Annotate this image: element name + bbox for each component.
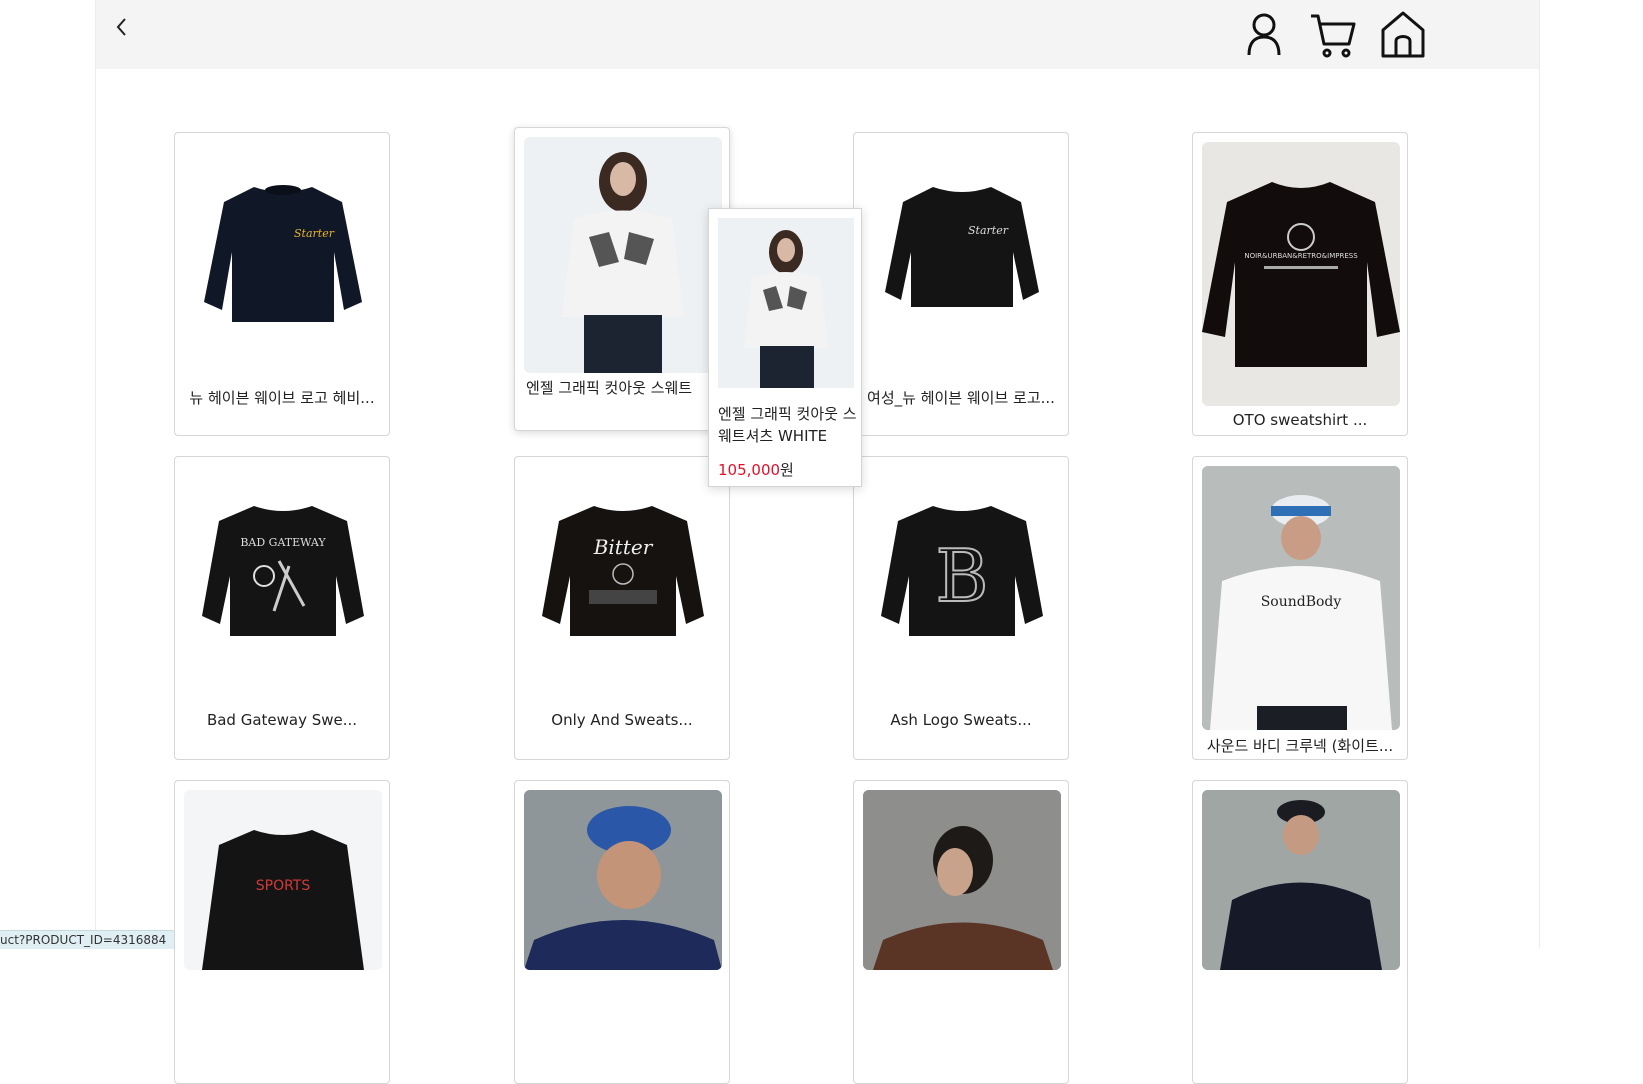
product-card[interactable]: Starter 여성_뉴 헤이븐 웨이브 로고... [853,132,1069,436]
product-card[interactable] [1192,780,1408,1084]
product-image: SoundBody [1202,466,1400,730]
product-name: 엔젤 그래픽 컷아웃 스웨트 [526,379,693,397]
product-name: OTO sweatshirt ... [1232,411,1368,429]
product-image: Starter [184,142,382,372]
product-image: BAD GATEWAY [184,466,382,696]
product-card[interactable]: SoundBody 사운드 바디 크루넥 (화이트... [1192,456,1408,760]
product-card[interactable]: NOIR&URBAN&RETRO&IMPRESS OTO sweatshirt … [1192,132,1408,436]
product-card[interactable] [514,780,730,1084]
popup-product-name: 엔젤 그래픽 컷아웃 스웨트셔츠 WHITE [718,405,857,445]
svg-text:Starter: Starter [968,224,1009,237]
product-card[interactable]: BAD GATEWAY Bad Gateway Swe... [174,456,390,760]
product-image [524,137,722,373]
product-card[interactable]: Starter 뉴 헤이븐 웨이브 로고 헤비... [174,132,390,436]
page-frame: Starter 뉴 헤이븐 웨이브 로고 헤비... 엔젤 그래픽 컷아웃 스웨… [95,0,1540,1084]
cart-icon [1311,14,1356,58]
product-image [524,790,722,970]
product-image: Starter [863,142,1061,372]
product-image [863,790,1061,970]
back-button[interactable] [110,14,134,40]
product-image: NOIR&URBAN&RETRO&IMPRESS [1202,142,1400,406]
svg-text:Bitter: Bitter [593,535,654,559]
top-bar [96,0,1539,69]
chevron-left-icon [116,18,126,36]
price-value: 105,000 [718,461,781,479]
product-name: Only And Sweats... [551,711,693,729]
product-image [1202,790,1400,970]
user-icon [1247,13,1281,56]
product-image: SPORTS [184,790,382,970]
svg-text:B: B [936,534,989,618]
product-name: 뉴 헤이븐 웨이브 로고 헤비... [189,389,375,407]
product-hover-popup: 엔젤 그래픽 컷아웃 스웨트셔츠 WHITE 105,000원 [708,208,862,487]
product-card[interactable]: SPORTS [174,780,390,1084]
product-name: 사운드 바디 크루넥 (화이트... [1206,737,1394,755]
product-card[interactable]: 엔젤 그래픽 컷아웃 스웨트 [514,127,730,431]
product-card[interactable]: B Ash Logo Sweats... [853,456,1069,760]
svg-text:NOIR&URBAN&RETRO&IMPRESS: NOIR&URBAN&RETRO&IMPRESS [1244,252,1358,260]
product-name: Bad Gateway Swe... [206,711,358,729]
popup-product-price: 105,000원 [718,459,794,480]
product-card[interactable] [853,780,1069,1084]
product-name: Ash Logo Sweats... [890,711,1032,729]
product-image: B [863,466,1061,696]
product-card[interactable]: Bitter Only And Sweats... [514,456,730,760]
product-name: 여성_뉴 헤이븐 웨이브 로고... [867,389,1055,407]
user-button[interactable] [1239,8,1289,60]
svg-text:BAD GATEWAY: BAD GATEWAY [240,536,326,549]
price-currency: 원 [780,461,794,479]
popup-product-image [718,218,854,388]
cart-button[interactable] [1307,8,1357,60]
svg-text:SoundBody: SoundBody [1261,594,1342,610]
home-button[interactable] [1378,8,1428,60]
status-bar-url: uct?PRODUCT_ID=4316884 [0,930,176,949]
svg-text:SPORTS: SPORTS [256,878,311,894]
home-icon [1381,11,1425,58]
product-image: Bitter [524,466,722,696]
svg-text:Starter: Starter [294,227,335,240]
